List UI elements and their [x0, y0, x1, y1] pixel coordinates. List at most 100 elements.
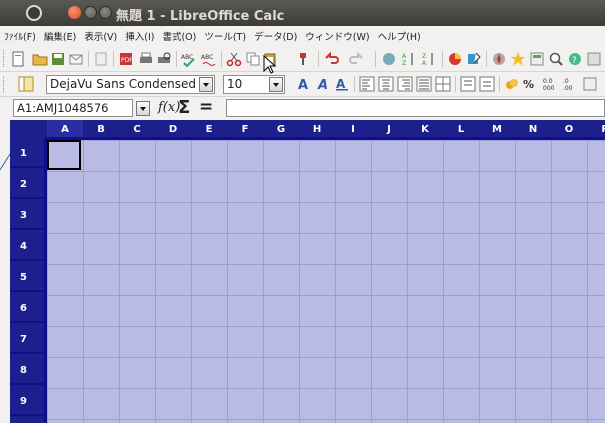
font-name-dropdown-button[interactable] — [199, 77, 213, 92]
align-left-icon[interactable] — [359, 76, 375, 92]
column-header-h[interactable]: H — [299, 120, 335, 137]
justify-icon[interactable] — [416, 76, 432, 92]
autospellcheck-icon[interactable]: ABC — [201, 51, 217, 67]
sort-ascending-icon[interactable]: AZ — [401, 51, 417, 67]
new-document-icon[interactable] — [10, 51, 26, 67]
help-icon[interactable]: ? — [567, 51, 583, 67]
column-header-g[interactable]: G — [263, 120, 299, 137]
cell-area[interactable] — [47, 140, 605, 423]
percent-format-icon[interactable]: % — [523, 76, 539, 92]
row-header-3[interactable]: 3 — [10, 199, 44, 230]
save-icon[interactable] — [50, 51, 66, 67]
print-icon[interactable] — [138, 51, 154, 67]
column-header-l[interactable]: L — [443, 120, 479, 137]
draw-functions-icon[interactable] — [466, 51, 482, 67]
export-pdf-icon[interactable]: PDF — [118, 51, 134, 67]
column-header-k[interactable]: K — [407, 120, 443, 137]
add-decimal-icon[interactable]: .0.00 — [562, 76, 578, 92]
font-size-dropdown-button[interactable] — [269, 77, 283, 92]
open-folder-icon[interactable] — [32, 51, 48, 67]
row-header-7[interactable]: 7 — [10, 323, 44, 354]
toolbar-grip[interactable] — [3, 50, 7, 67]
row-header-2[interactable]: 2 — [10, 168, 44, 199]
svg-text:ABC: ABC — [201, 54, 213, 61]
gallery-icon[interactable] — [510, 51, 526, 67]
column-header-j[interactable]: J — [371, 120, 407, 137]
navigator-icon[interactable] — [491, 51, 507, 67]
menu-insert[interactable]: 挿入(I) — [121, 29, 158, 43]
align-right-icon[interactable] — [397, 76, 413, 92]
zoom-icon[interactable] — [548, 51, 564, 67]
print-preview-icon[interactable] — [156, 51, 172, 67]
spellcheck-icon[interactable]: ABC — [181, 51, 197, 67]
menu-file[interactable]: ﾌｧｲﾙ(F) — [0, 29, 40, 43]
function-equals-icon[interactable]: = — [199, 97, 213, 117]
sort-descending-icon[interactable]: ZA — [421, 51, 437, 67]
spreadsheet-grid[interactable]: ABCDEFGHIJKLMNOP 123456789 — [10, 120, 605, 423]
column-header-b[interactable]: B — [83, 120, 119, 137]
insert-chart-icon[interactable] — [447, 51, 463, 67]
toolbar-separator — [486, 51, 487, 67]
toolbar-grip[interactable] — [3, 76, 7, 93]
row-header-5[interactable]: 5 — [10, 261, 44, 292]
clone-formatting-icon[interactable] — [296, 51, 312, 67]
window-maximize-button[interactable] — [99, 6, 112, 19]
delete-decimal-icon[interactable] — [582, 76, 598, 92]
menu-help[interactable]: ヘルプ(H) — [374, 29, 425, 43]
menu-window[interactable]: ウィンドウ(W) — [301, 29, 373, 43]
underline-icon[interactable]: A — [334, 76, 350, 92]
text-direction-ltr-icon[interactable] — [460, 76, 476, 92]
copy-icon[interactable] — [245, 51, 261, 67]
cut-icon[interactable] — [226, 51, 242, 67]
pointer-line — [0, 153, 10, 170]
data-sources-icon[interactable] — [529, 51, 545, 67]
whats-this-icon[interactable] — [586, 51, 602, 67]
row-header-4[interactable]: 4 — [10, 230, 44, 261]
italic-icon[interactable]: A — [315, 76, 331, 92]
function-wizard-icon[interactable]: f(x) — [158, 100, 180, 115]
row-header-6[interactable]: 6 — [10, 292, 44, 323]
align-center-icon[interactable] — [378, 76, 394, 92]
column-header-o[interactable]: O — [551, 120, 587, 137]
column-header-p[interactable]: P — [587, 120, 605, 137]
styles-formatting-icon[interactable] — [18, 76, 34, 92]
column-header-f[interactable]: F — [227, 120, 263, 137]
column-header-a[interactable]: A — [47, 120, 83, 137]
active-cell-cursor[interactable] — [47, 140, 81, 170]
undo-icon[interactable] — [323, 51, 339, 67]
currency-format-icon[interactable] — [504, 76, 520, 92]
column-header-m[interactable]: M — [479, 120, 515, 137]
menu-data[interactable]: データ(D) — [250, 29, 301, 43]
column-header-i[interactable]: I — [335, 120, 371, 137]
name-box[interactable]: A1:AMJ1048576 — [13, 99, 150, 117]
column-header-c[interactable]: C — [119, 120, 155, 137]
text-direction-rtl-icon[interactable] — [479, 76, 495, 92]
menu-view[interactable]: 表示(V) — [80, 29, 121, 43]
merge-cells-icon[interactable] — [435, 76, 451, 92]
row-header-1[interactable]: 1 — [10, 137, 44, 168]
formula-input[interactable] — [226, 99, 605, 117]
column-header-n[interactable]: N — [515, 120, 551, 137]
name-box-dropdown-button[interactable] — [136, 101, 150, 116]
edit-file-icon[interactable] — [93, 51, 109, 67]
column-header-d[interactable]: D — [155, 120, 191, 137]
svg-text:.00: .00 — [563, 85, 573, 92]
toolbar-separator — [113, 51, 114, 67]
menu-edit[interactable]: 編集(E) — [40, 29, 80, 43]
ubuntu-logo-icon[interactable] — [26, 5, 42, 21]
email-document-icon[interactable] — [68, 51, 84, 67]
hyperlink-icon[interactable] — [381, 51, 397, 67]
row-header-9[interactable]: 9 — [10, 385, 44, 416]
sum-icon[interactable]: Σ — [178, 97, 190, 118]
bold-icon[interactable]: A — [296, 76, 312, 92]
column-header-e[interactable]: E — [191, 120, 227, 137]
font-size-combobox[interactable]: 10 — [223, 75, 285, 94]
menu-tools[interactable]: ツール(T) — [200, 29, 250, 43]
window-close-button[interactable] — [68, 6, 81, 19]
svg-text:000: 000 — [543, 85, 555, 92]
window-minimize-button[interactable] — [84, 6, 97, 19]
menu-format[interactable]: 書式(O) — [158, 29, 200, 43]
font-name-combobox[interactable]: DejaVu Sans Condensed — [46, 75, 215, 94]
number-format-icon[interactable]: 0.0000 — [542, 76, 558, 92]
row-header-8[interactable]: 8 — [10, 354, 44, 385]
